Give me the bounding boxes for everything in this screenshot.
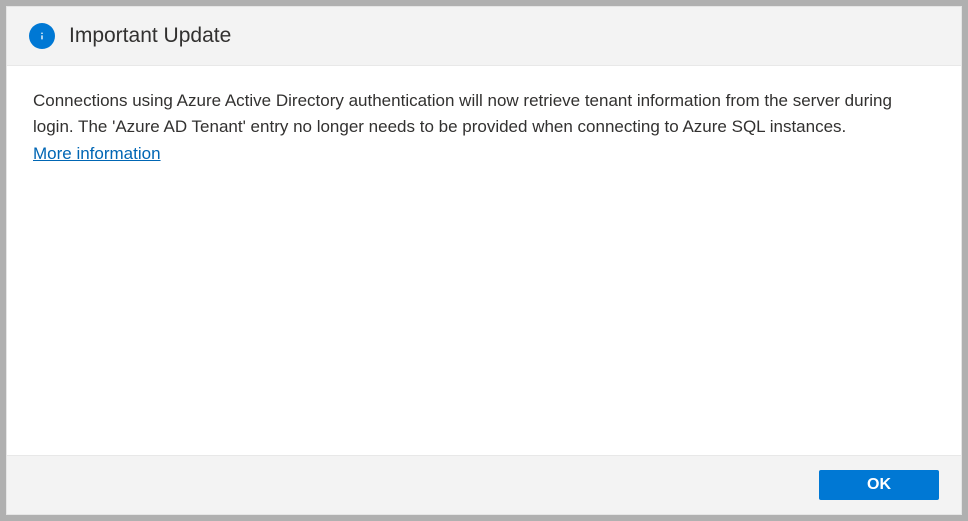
more-information-link[interactable]: More information	[33, 141, 161, 167]
update-dialog: Important Update Connections using Azure…	[6, 6, 962, 515]
info-icon	[29, 23, 55, 49]
dialog-title: Important Update	[69, 24, 231, 48]
dialog-footer: OK	[7, 455, 961, 514]
dialog-body-text: Connections using Azure Active Directory…	[33, 88, 935, 141]
ok-button[interactable]: OK	[819, 470, 939, 500]
dialog-header: Important Update	[7, 7, 961, 66]
dialog-content: Connections using Azure Active Directory…	[7, 66, 961, 455]
